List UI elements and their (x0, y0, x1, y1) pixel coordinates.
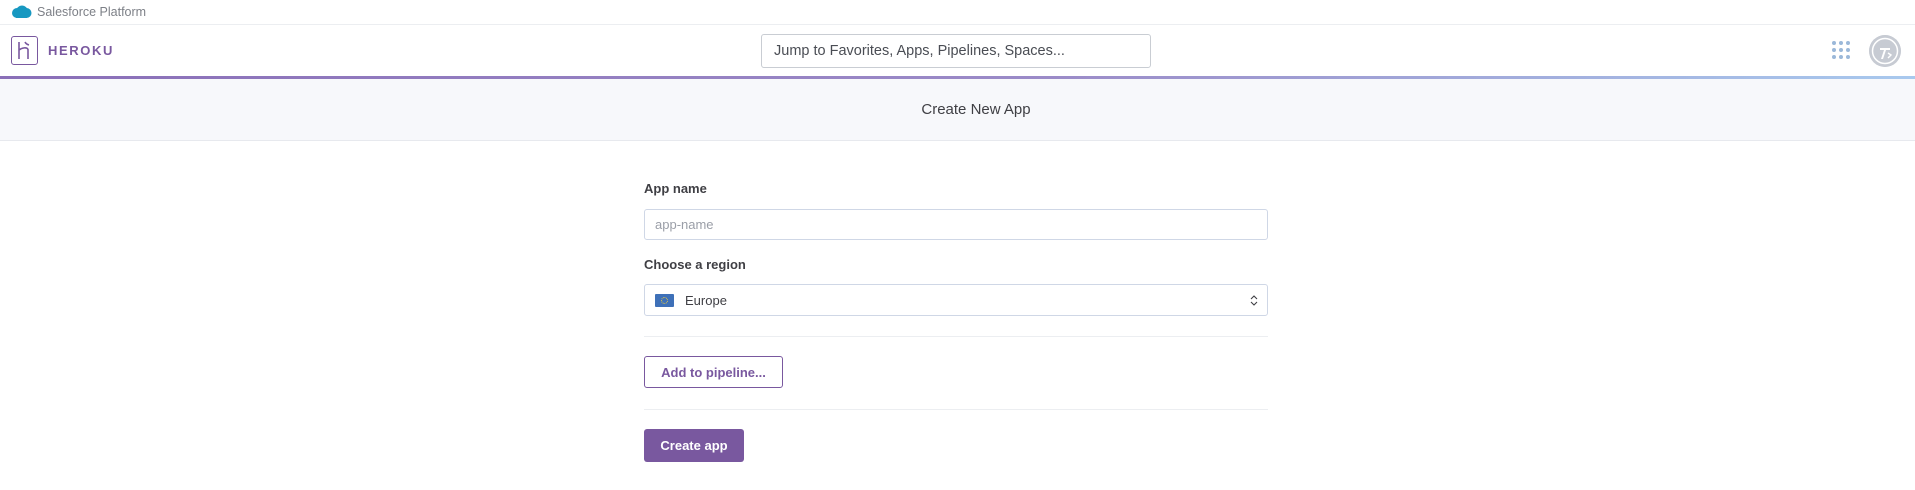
page-title: Create New App (921, 101, 1031, 118)
salesforce-platform-bar: Salesforce Platform (0, 0, 1915, 25)
user-avatar-icon[interactable] (1869, 35, 1901, 67)
app-name-label: App name (644, 181, 707, 196)
create-app-button[interactable]: Create app (644, 429, 744, 462)
region-selected-value: Europe (685, 292, 727, 308)
form-divider (644, 336, 1268, 337)
top-header: HEROKU (0, 25, 1915, 77)
heroku-brand-text[interactable]: HEROKU (48, 43, 114, 58)
region-label: Choose a region (644, 257, 746, 272)
apps-grid-icon[interactable] (1832, 41, 1850, 59)
salesforce-platform-label[interactable]: Salesforce Platform (37, 5, 146, 19)
chevron-up-down-icon (1250, 294, 1258, 307)
app-name-input[interactable] (644, 209, 1268, 240)
heroku-logo-icon[interactable] (11, 36, 38, 65)
page-subheader: Create New App (0, 79, 1915, 141)
salesforce-cloud-icon (11, 5, 32, 19)
eu-flag-icon (655, 293, 674, 307)
add-to-pipeline-button[interactable]: Add to pipeline... (644, 356, 783, 388)
search-input[interactable] (761, 34, 1151, 68)
form-divider (644, 409, 1268, 410)
region-select[interactable]: Europe (644, 284, 1268, 316)
